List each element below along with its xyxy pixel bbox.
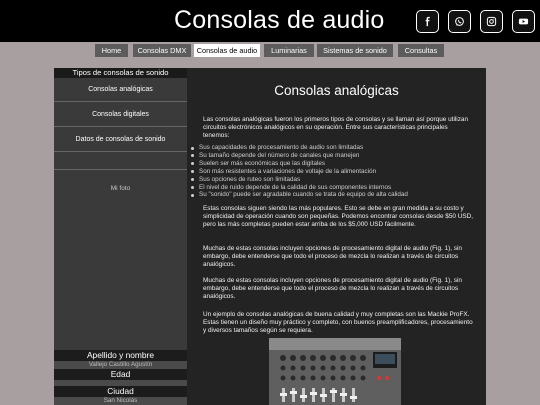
whatsapp-button[interactable] — [448, 10, 471, 33]
sidebar-link-consolas-analogicas[interactable]: Consolas analógicas — [54, 78, 187, 102]
field-label-edad: Edad — [54, 369, 187, 380]
instagram-icon — [486, 16, 497, 27]
nav-item-luminarias[interactable]: Luminarias — [264, 44, 314, 57]
youtube-icon — [518, 18, 529, 25]
nav-item-sistemas-de-sonido[interactable]: Sistemas de sonido — [317, 44, 393, 57]
field-value-ciudad: San Nicolás — [54, 397, 187, 405]
list-item: Sus capacidades de procesamiento de audi… — [191, 144, 484, 152]
nav-item-home[interactable]: Home — [95, 44, 128, 57]
list-item: Su tamaño depende del número de canales … — [191, 152, 484, 160]
paragraph-digital-processing: Muchas de estas consolas incluyen opcion… — [203, 245, 462, 268]
intro-paragraph: Las consolas analógicas fueron los prime… — [203, 116, 469, 139]
main-content: Consolas analógicas Las consolas analógi… — [187, 68, 486, 405]
nav-item-consolas-de-audio[interactable]: Consolas de audio — [194, 44, 260, 57]
list-item: Son más resistentes a variaciones de vol… — [191, 168, 484, 176]
main-nav: Home Consolas DMX Consolas de audio Lumi… — [0, 42, 540, 58]
youtube-button[interactable] — [512, 10, 535, 33]
facebook-button[interactable] — [416, 10, 439, 33]
nav-item-consolas-dmx[interactable]: Consolas DMX — [133, 44, 191, 57]
profile-photo-placeholder: Mi foto — [110, 185, 131, 192]
sidebar-link-consolas-digitales[interactable]: Consolas digitales — [54, 103, 187, 127]
field-label-ciudad: Ciudad — [54, 386, 187, 397]
paragraph-mackie-example: Un ejemplo de consolas analógicas de bue… — [203, 311, 473, 334]
nav-item-consultas[interactable]: Consultas — [398, 44, 444, 57]
field-label-nombre: Apellido y nombre — [54, 350, 187, 361]
list-item: El nivel de ruido depende de la calidad … — [191, 184, 484, 192]
sidebar-link-datos-consolas[interactable]: Datos de consolas de sonido — [54, 128, 187, 152]
sidebar-title: Tipos de consolas de sonido — [54, 68, 187, 78]
site-header: Consolas de audio — [0, 0, 540, 42]
paragraph-popularity: Estas consolas siguen siendo las más pop… — [203, 205, 473, 228]
list-item: Suelen ser más económicas que las digita… — [191, 160, 484, 168]
instagram-button[interactable] — [480, 10, 503, 33]
page-title: Consolas analógicas — [274, 83, 399, 98]
site-title: Consolas de audio — [174, 6, 385, 34]
whatsapp-icon — [455, 17, 464, 26]
list-item: Sus opciones de ruteo son limitadas — [191, 176, 484, 184]
paragraph-digital-processing-repeat: Muchas de estas consolas incluyen opcion… — [203, 277, 462, 300]
characteristics-list: Sus capacidades de procesamiento de audi… — [191, 144, 484, 199]
mixer-console-photo — [269, 338, 401, 405]
facebook-icon — [425, 16, 430, 27]
list-item: Su "sonido" puede ser agradable cuando s… — [191, 191, 484, 199]
field-value-nombre: Vallejo Castillo Agustín — [54, 361, 187, 369]
